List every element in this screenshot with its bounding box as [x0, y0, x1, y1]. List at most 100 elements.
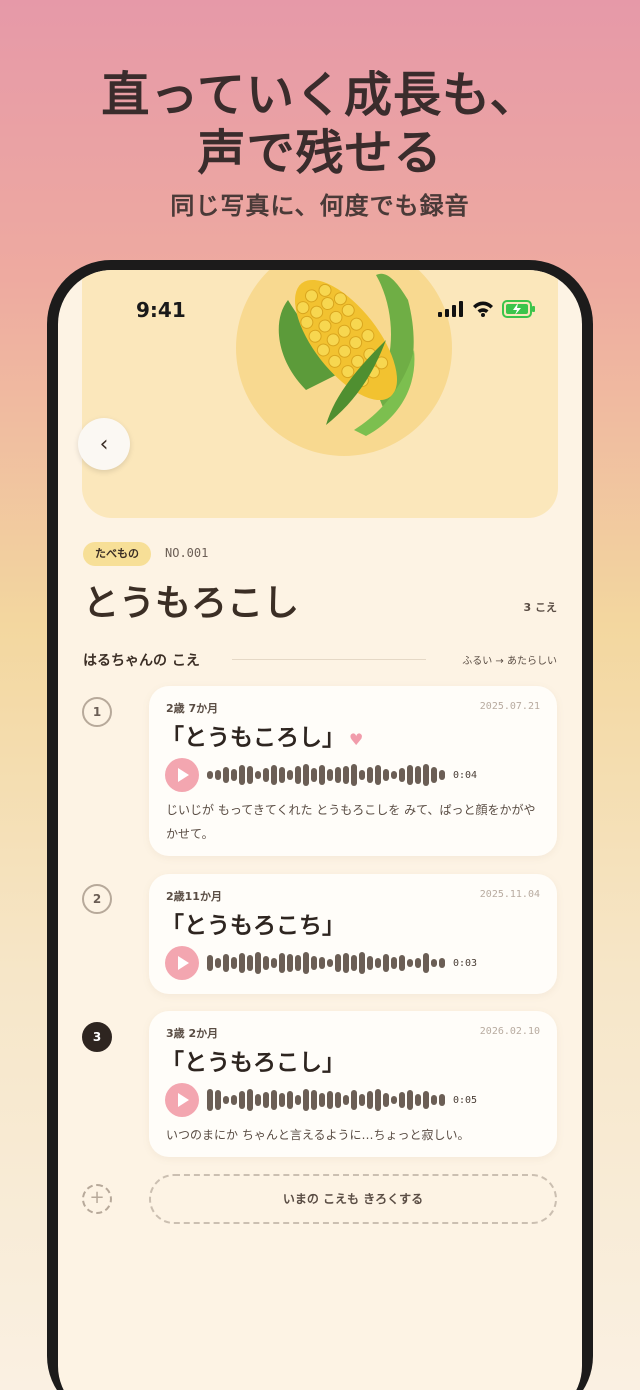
duration: 0:05 [453, 1094, 478, 1106]
recording-phrase: 「とうもころし」 ♥ [161, 718, 363, 752]
waveform-bar [295, 955, 301, 971]
waveform-bar [287, 954, 293, 972]
voice-count: 3 こえ [523, 601, 557, 614]
waveform-bar [263, 1092, 269, 1108]
recording-card[interactable]: 3歳 2か月 2026.02.10 「とうもろこし」 0:05 いつのまにか ち… [149, 1011, 557, 1157]
subheadline: 同じ写真に、何度でも録音 [170, 192, 470, 220]
sort-order[interactable]: ふるい → あたらしい [462, 652, 557, 667]
waveform-bar [431, 1095, 437, 1105]
play-button[interactable] [165, 1083, 199, 1117]
waveform-bar [367, 1091, 373, 1109]
waveform-bar [231, 957, 237, 969]
waveform-bar [263, 768, 269, 782]
waveform-bar [415, 958, 421, 968]
signal-icon [438, 301, 463, 317]
audio-player: 0:04 [165, 758, 477, 792]
waveform-bar [391, 1096, 397, 1104]
corn-icon [278, 273, 415, 436]
recording-date: 2025.11.04 [479, 889, 540, 900]
waveform-bar [263, 956, 269, 970]
waveform [207, 760, 445, 790]
waveform-bar [343, 766, 349, 784]
play-button[interactable] [165, 758, 199, 792]
play-button[interactable] [165, 946, 199, 980]
headline-line2: 声で残せる [197, 125, 443, 181]
waveform-bar [375, 958, 381, 968]
waveform-bar [383, 954, 389, 972]
battery-charging-icon [502, 300, 535, 318]
recording-card[interactable]: 2歳11か月 2025.11.04 「とうもろこち」 0:03 [149, 874, 557, 994]
waveform-bar [351, 955, 357, 971]
waveform-bar [231, 1095, 237, 1105]
waveform-bar [351, 1090, 357, 1110]
waveform-bar [375, 765, 381, 785]
waveform-bar [223, 1096, 229, 1104]
waveform-bar [303, 952, 309, 974]
waveform-bar [247, 1089, 253, 1111]
waveform-bar [439, 1094, 445, 1106]
waveform-bar [431, 959, 437, 967]
wifi-icon [473, 301, 493, 317]
waveform-bar [215, 770, 221, 780]
section-divider [232, 659, 426, 660]
record-button[interactable]: いまの こえも きろくする [149, 1174, 557, 1224]
waveform-bar [431, 767, 437, 783]
waveform-bar [375, 1089, 381, 1111]
waveform-bar [255, 1094, 261, 1106]
waveform-bar [399, 955, 405, 971]
waveform-bar [279, 1093, 285, 1107]
waveform-bar [319, 1093, 325, 1107]
waveform-bar [207, 1089, 213, 1111]
recording-card[interactable]: 2歳 7か月 2025.07.21 「とうもころし」 ♥ 0:04 じいじが もっ… [149, 686, 557, 856]
item-title: とうもろこし [83, 583, 300, 624]
recording-note: じいじが もってきてくれた とうもろこしを みて、ぱっと顔をかがやかせて。 [166, 803, 536, 841]
waveform-bar [207, 955, 213, 971]
waveform-bar [223, 954, 229, 972]
waveform-bar [343, 953, 349, 973]
waveform-bar [367, 767, 373, 783]
waveform [207, 1085, 445, 1115]
recording-note: いつのまにか ちゃんと言えるように…ちょっと寂しい。 [166, 1128, 470, 1142]
waveform-bar [215, 958, 221, 968]
waveform-bar [295, 766, 301, 784]
waveform-bar [295, 1095, 301, 1105]
recording-age: 2歳 7か月 [166, 702, 219, 715]
waveform-bar [271, 765, 277, 785]
audio-player: 0:03 [165, 946, 477, 980]
waveform-bar [271, 1090, 277, 1110]
waveform-bar [391, 957, 397, 969]
recording-date: 2025.07.21 [479, 701, 540, 712]
waveform-bar [327, 959, 333, 967]
waveform-bar [327, 1091, 333, 1109]
waveform-bar [335, 954, 341, 972]
waveform-bar [215, 1090, 221, 1110]
waveform-bar [407, 1090, 413, 1110]
waveform-bar [383, 769, 389, 781]
waveform-bar [255, 771, 261, 779]
waveform-bar [407, 765, 413, 785]
photo-circle [236, 270, 452, 456]
waveform-bar [383, 1093, 389, 1107]
recording-age: 2歳11か月 [166, 890, 222, 903]
waveform-bar [239, 953, 245, 973]
section-title: はるちゃんの こえ [83, 653, 200, 669]
waveform-bar [223, 767, 229, 783]
headline: 直っていく成長も、 声で残せる [0, 66, 640, 182]
waveform-bar [335, 1092, 341, 1108]
waveform-bar [207, 771, 213, 779]
waveform-bar [231, 769, 237, 781]
heart-icon[interactable]: ♥ [349, 730, 363, 749]
waveform-bar [279, 767, 285, 783]
add-icon: + [82, 1184, 112, 1214]
waveform-bar [359, 952, 365, 974]
headline-line1: 直っていく成長も、 [101, 67, 539, 123]
waveform-bar [399, 1092, 405, 1108]
timeline-step: 2 [82, 884, 112, 914]
waveform-bar [311, 768, 317, 782]
waveform-bar [423, 953, 429, 973]
waveform-bar [247, 766, 253, 784]
back-button[interactable]: ‹ [78, 418, 130, 470]
timeline-step-current: 3 [82, 1022, 112, 1052]
item-number: NO.001 [165, 546, 209, 560]
phrase-text: 「とうもころし」 [161, 725, 345, 751]
